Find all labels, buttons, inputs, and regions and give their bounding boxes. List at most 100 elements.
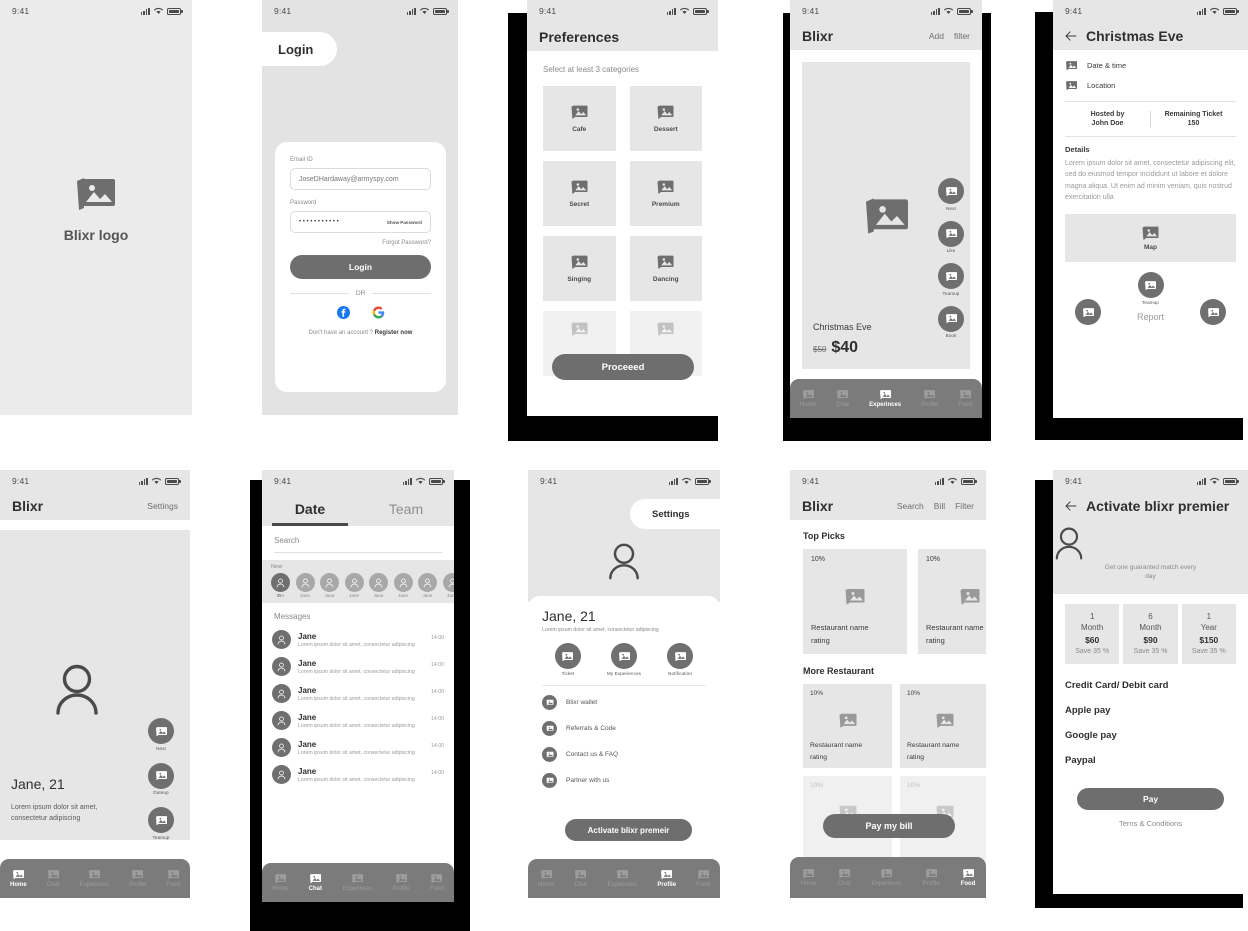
tab-chat[interactable]: Chat (47, 869, 60, 888)
tab-profile[interactable]: Profile (393, 873, 410, 892)
message-row[interactable]: Jane 14:00 Lorem ipsum dolor sit amet, c… (272, 653, 444, 680)
filter-button[interactable]: filter (954, 31, 970, 41)
story-avatar[interactable] (295, 573, 315, 592)
tab-chat[interactable]: Chat (836, 389, 849, 408)
category-tile[interactable]: Dancing (629, 236, 702, 301)
teamup-button[interactable] (1137, 272, 1164, 299)
story-avatar[interactable] (418, 573, 437, 592)
message-row[interactable]: Jane 14:00 Lorem ipsum dolor sit amet, c… (272, 707, 444, 734)
ticket-button[interactable] (554, 643, 581, 669)
category-tile[interactable]: Cafe (543, 86, 616, 151)
search-input[interactable]: Search (274, 536, 442, 553)
tab-team[interactable]: Team (358, 492, 454, 526)
bill-button[interactable]: Bill (934, 501, 945, 511)
restaurant-card[interactable]: 10% Restaurant name rating (803, 549, 907, 654)
search-field[interactable]: Search (262, 526, 454, 560)
proceed-button[interactable]: Proceeed (552, 354, 694, 380)
tab-home[interactable]: Home (272, 873, 288, 892)
payment-method-google-pay[interactable]: Google pay (1065, 730, 1236, 741)
story-item[interactable]: Jane (393, 573, 413, 598)
tab-chat[interactable]: Chat (309, 873, 322, 892)
story-item[interactable]: Jane (295, 573, 315, 598)
story-item[interactable]: 35+ (271, 573, 290, 598)
tab-home[interactable]: Home (801, 868, 817, 887)
plan-card[interactable]: 6 Month $90 Save 35 % (1123, 603, 1178, 664)
back-arrow-icon[interactable] (1065, 31, 1077, 41)
message-row[interactable]: Jane 14:00 Lorem ipsum dolor sit amet, c… (272, 734, 444, 761)
filter-button[interactable]: Filter (955, 501, 974, 511)
tab-food[interactable]: Food (696, 869, 710, 888)
teamup-button[interactable] (938, 263, 964, 289)
dateup-button[interactable] (148, 762, 174, 789)
category-tile[interactable]: Premium (629, 161, 702, 226)
story-item[interactable]: Jane (418, 573, 437, 598)
tab-food[interactable]: Food (166, 869, 180, 888)
quick-action-my-experiences[interactable]: My Experiences (607, 643, 641, 676)
side-action-dateup[interactable]: Dateup (148, 762, 174, 795)
category-tile[interactable]: Singing (543, 236, 616, 301)
story-avatar[interactable] (393, 573, 413, 592)
my-experiences-button[interactable] (611, 643, 637, 669)
tab-food[interactable]: Food (961, 868, 975, 887)
pay-my-bill-button[interactable]: Pay my bill (823, 814, 955, 838)
notification-button[interactable] (667, 643, 694, 669)
side-action-teamup[interactable]: Teamup (938, 263, 964, 296)
settings-button[interactable]: Settings (652, 509, 689, 520)
restaurant-card[interactable]: 10% Restaurant name rating (900, 684, 986, 768)
tab-profile[interactable]: Profile (923, 868, 940, 887)
message-row[interactable]: Jane 14:00 Lorem ipsum dolor sit amet, c… (272, 680, 444, 707)
story-item[interactable]: Jane (320, 573, 339, 598)
pay-button[interactable]: Pay (1077, 787, 1224, 810)
activate-premier-button[interactable]: Activate blixr premeir (565, 819, 692, 841)
story-item[interactable]: Jane (442, 573, 454, 598)
category-tile[interactable]: Secret (543, 161, 616, 226)
message-row[interactable]: Jane 14:00 Lorem ipsum dolor sit amet, c… (272, 761, 444, 788)
facebook-icon[interactable] (336, 306, 350, 319)
forgot-password-link[interactable]: Forgot Password? (290, 240, 431, 246)
tab-experiences[interactable]: Experinces (607, 869, 637, 888)
menu-item-partner[interactable]: Partner with us (542, 772, 706, 788)
top-picks-row[interactable]: 10% Restaurant name rating 10% Restauran… (803, 549, 986, 654)
settings-pill[interactable]: Settings (630, 499, 720, 529)
tab-home[interactable]: Home (538, 869, 554, 888)
tab-experiences[interactable]: Experinces (869, 389, 901, 408)
side-action-book[interactable]: Book (938, 305, 964, 338)
like-button[interactable] (938, 220, 964, 247)
story-item[interactable]: Jane (369, 573, 388, 598)
side-action-next[interactable]: Next (148, 718, 174, 751)
tab-chat[interactable]: Chat (838, 868, 851, 887)
register-link[interactable]: Register now (375, 330, 413, 336)
tab-home[interactable]: Home (10, 869, 27, 888)
story-avatar[interactable] (320, 573, 339, 592)
restaurant-card[interactable]: 10% Restaurant name rating (803, 684, 892, 768)
teamup-action[interactable]: Teamup (1137, 272, 1164, 305)
tab-food[interactable]: Food (430, 873, 444, 892)
payment-method-apple-pay[interactable]: Apple pay (1065, 705, 1236, 716)
story-avatar[interactable] (271, 573, 290, 592)
map-card[interactable]: Map (1065, 214, 1236, 263)
payment-method-paypal[interactable]: Paypal (1065, 755, 1236, 766)
side-action-next[interactable]: Next (938, 178, 964, 211)
menu-item-wallet[interactable]: Blixr wallet (542, 694, 706, 710)
show-password-toggle[interactable]: Show Password (387, 220, 422, 225)
next-button[interactable] (148, 718, 174, 744)
restaurant-card[interactable]: 10% Restaurant name rating (918, 549, 986, 654)
next-button[interactable] (938, 178, 964, 204)
tab-experiences[interactable]: Experinces (342, 873, 372, 892)
tab-profile[interactable]: Profile (129, 869, 146, 888)
menu-item-referrals[interactable]: Referrals & Code (542, 720, 706, 736)
add-button[interactable]: Add (929, 31, 944, 41)
menu-item-contact[interactable]: Contact us & FAQ (542, 746, 706, 762)
quick-action-ticket[interactable]: Ticket (554, 643, 581, 676)
category-tile[interactable]: Dessert (629, 86, 702, 151)
book-button[interactable] (938, 305, 964, 332)
location-row[interactable]: Location (1065, 80, 1236, 91)
side-action-teamup[interactable]: Teamup (148, 807, 174, 840)
teamup-button[interactable] (148, 807, 174, 833)
tab-home[interactable]: Home (800, 389, 816, 408)
terms-link[interactable]: Terns & Conditions (1053, 819, 1248, 828)
search-button[interactable]: Search (897, 501, 924, 511)
plan-card[interactable]: 1 Month $60 Save 35 % (1065, 603, 1120, 664)
story-item[interactable]: Jane (344, 573, 364, 598)
google-icon[interactable] (372, 306, 385, 319)
